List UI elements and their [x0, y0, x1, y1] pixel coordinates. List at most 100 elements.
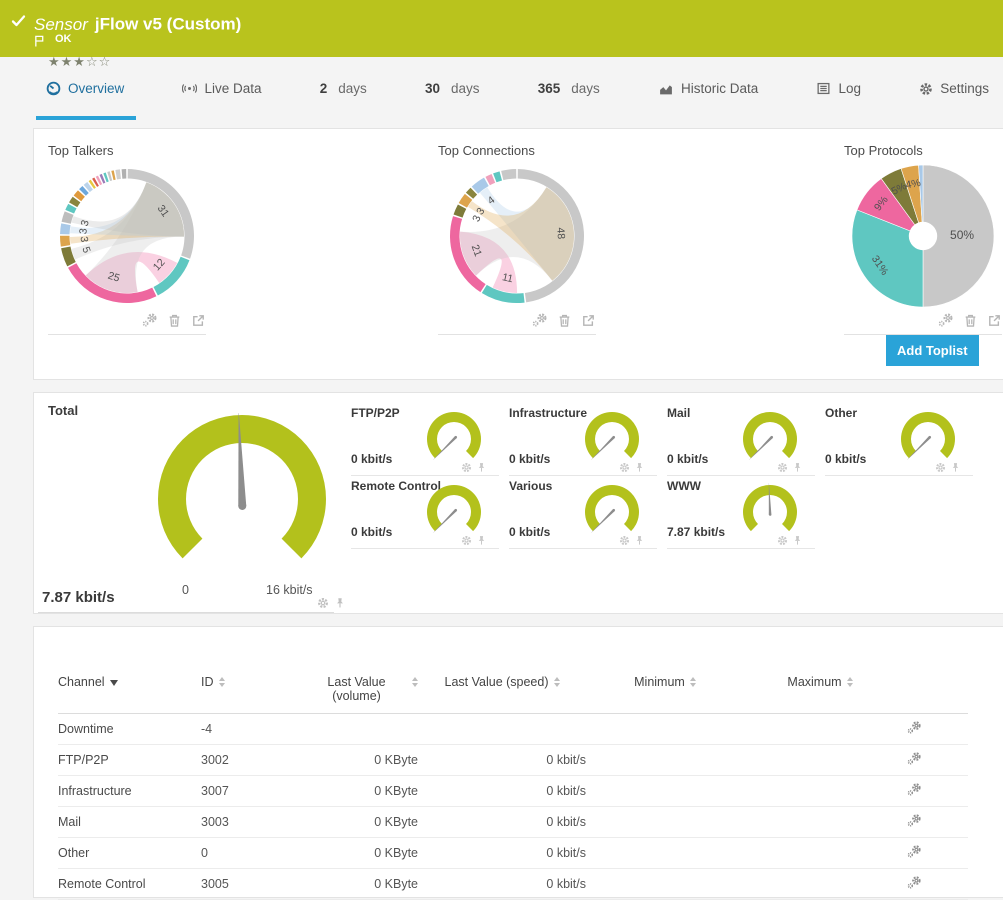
open-toplist-icon[interactable] [581, 313, 596, 328]
svg-text:50%: 50% [950, 228, 974, 242]
cell-maximum [744, 838, 896, 869]
gauge-pin-icon[interactable] [334, 597, 346, 609]
tab-log[interactable]: Log [816, 57, 861, 120]
gauge-settings-icon[interactable] [461, 462, 472, 473]
tab-label: days [571, 81, 600, 96]
gauge-pin-icon[interactable] [792, 535, 803, 546]
cell-last-value-volume: 0 KByte [306, 869, 418, 900]
column-header-last-value-speed-[interactable]: Last Value (speed) [418, 671, 586, 714]
tab-live-data[interactable]: Live Data [182, 57, 261, 120]
toplist-settings-icon[interactable] [938, 312, 954, 328]
gauge-value: 0 kbit/s [509, 525, 550, 539]
gauge-dial [425, 483, 483, 537]
table-row: Other00 KByte0 kbit/s [58, 838, 968, 869]
gauge-dial [899, 410, 957, 464]
cell-channel: Mail [58, 807, 201, 838]
gauge-axis-max: 16 kbit/s [266, 583, 313, 597]
column-header-channel[interactable]: Channel [58, 671, 201, 714]
tab-2-days[interactable]: 2days [320, 57, 367, 120]
channel-settings-icon[interactable] [907, 751, 922, 766]
chord-chart[interactable]: 481121334 [438, 163, 596, 309]
column-header-minimum[interactable]: Minimum [586, 671, 744, 714]
column-header-maximum[interactable]: Maximum [744, 671, 896, 714]
cell-channel: FTP/P2P [58, 745, 201, 776]
toplist-top-protocols: Top Protocols50%31%9%5%4% [844, 143, 1002, 335]
tab-label: Overview [68, 81, 124, 96]
divider [38, 612, 334, 613]
gauge-pin-icon[interactable] [634, 535, 645, 546]
channel-settings-icon[interactable] [907, 782, 922, 797]
status-badge: OK [55, 33, 72, 45]
cell-last-value-speed: 0 kbit/s [418, 776, 586, 807]
column-header-actions[interactable] [896, 671, 968, 714]
sort-icon [412, 677, 418, 687]
gauge-pin-icon[interactable] [792, 462, 803, 473]
gauge-settings-icon[interactable] [317, 597, 329, 609]
gauge-settings-icon[interactable] [619, 462, 630, 473]
add-toplist-button[interactable]: Add Toplist [886, 335, 979, 366]
pie-chart[interactable]: 50%31%9%5%4% [844, 163, 1002, 309]
gauges-panel: Total 0 16 kbit/s 7.87 kbit/s FTP/P2P 0 … [33, 392, 1003, 614]
column-header-id[interactable]: ID [201, 671, 306, 714]
delete-toplist-icon[interactable] [963, 313, 978, 328]
svg-text:48: 48 [554, 227, 567, 240]
gauge-settings-icon[interactable] [777, 462, 788, 473]
cell-minimum [586, 807, 744, 838]
gauge-settings-icon[interactable] [461, 535, 472, 546]
total-gauge [156, 413, 328, 573]
chord-chart[interactable]: 3112255333 [48, 163, 206, 309]
gauge-settings-icon[interactable] [935, 462, 946, 473]
cell-last-value-volume: 0 KByte [306, 807, 418, 838]
cell-id: 3007 [201, 776, 306, 807]
gauge-pin-icon[interactable] [476, 462, 487, 473]
channel-gauge-mail: Mail 0 kbit/s [667, 403, 815, 476]
gauge-pin-icon[interactable] [634, 462, 645, 473]
gauge-pin-icon[interactable] [950, 462, 961, 473]
sort-icon [847, 677, 853, 687]
delete-toplist-icon[interactable] [557, 313, 572, 328]
delete-toplist-icon[interactable] [167, 313, 182, 328]
channel-settings-icon[interactable] [907, 875, 922, 890]
toplist-settings-icon[interactable] [532, 312, 548, 328]
tab-365-days[interactable]: 365days [538, 57, 600, 120]
tab-historic-data[interactable]: Historic Data [658, 57, 758, 120]
gauge-pin-icon[interactable] [476, 535, 487, 546]
cell-id: 3002 [201, 745, 306, 776]
channel-settings-icon[interactable] [907, 844, 922, 859]
gauge-label: WWW [667, 479, 701, 493]
broadcast-icon [182, 81, 197, 96]
gauge-settings-icon[interactable] [619, 535, 630, 546]
gauge-label: Various [509, 479, 552, 493]
sensor-status-header: SensorjFlow v5 (Custom)★★★☆☆ OK [0, 0, 1003, 57]
open-toplist-icon[interactable] [987, 313, 1002, 328]
sort-icon [690, 677, 696, 687]
gauge-settings-icon[interactable] [777, 535, 788, 546]
toplists-panel: Top Talkers3112255333Top Connections4811… [33, 128, 1003, 380]
channel-gauge-ftp-p2p: FTP/P2P 0 kbit/s [351, 403, 499, 476]
tab-30-days[interactable]: 30days [425, 57, 480, 120]
tab-overview[interactable]: Overview [46, 57, 124, 120]
gauge-value: 0 kbit/s [351, 525, 392, 539]
gauge-value: 0 kbit/s [667, 452, 708, 466]
cell-last-value-volume [306, 714, 418, 745]
cell-minimum [586, 745, 744, 776]
channel-settings-icon[interactable] [907, 813, 922, 828]
cell-maximum [744, 745, 896, 776]
toplist-settings-icon[interactable] [142, 312, 158, 328]
channel-gauge-remote-control: Remote Control 0 kbit/s [351, 476, 499, 549]
tab-settings[interactable]: Settings [919, 57, 989, 120]
open-toplist-icon[interactable] [191, 313, 206, 328]
gauge-label: Mail [667, 406, 690, 420]
channel-settings-icon[interactable] [907, 720, 922, 735]
column-header-last-value-volume-[interactable]: Last Value (volume) [306, 671, 418, 714]
tab-label: days [338, 81, 367, 96]
toplist-title: Top Talkers [48, 143, 206, 163]
cell-minimum [586, 714, 744, 745]
cell-id: 0 [201, 838, 306, 869]
cell-id: -4 [201, 714, 306, 745]
gauge-value: 0 kbit/s [825, 452, 866, 466]
gauge-value: 0 kbit/s [351, 452, 392, 466]
toplist-toolbar [438, 309, 596, 335]
channel-gauge-infrastructure: Infrastructure 0 kbit/s [509, 403, 657, 476]
tab-label: Settings [940, 81, 989, 96]
